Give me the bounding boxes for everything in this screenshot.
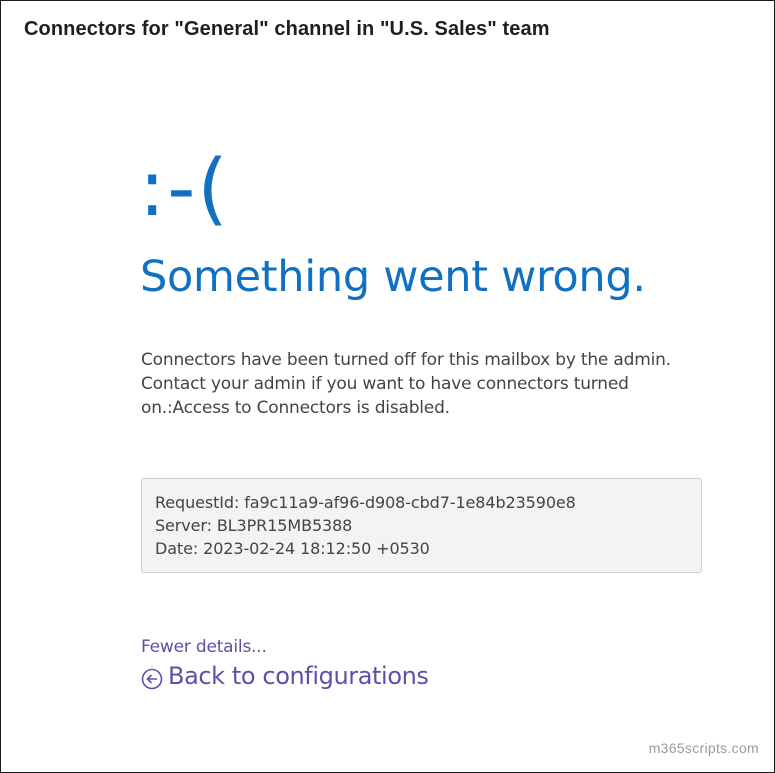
watermark: m365scripts.com <box>648 740 759 756</box>
server-name: Server: BL3PR15MB5388 <box>155 516 353 535</box>
error-details-panel: RequestId: fa9c11a9-af96-d908-cbd7-1e84b… <box>141 478 702 573</box>
back-to-configurations-link[interactable]: Back to configurations <box>141 661 429 691</box>
error-date: Date: 2023-02-24 18:12:50 +0530 <box>155 539 430 558</box>
connectors-dialog: Connectors for "General" channel in "U.S… <box>0 0 775 773</box>
error-headline: Something went wrong. <box>140 252 646 302</box>
back-arrow-circle-icon <box>141 667 163 689</box>
error-message: Connectors have been turned off for this… <box>141 350 671 418</box>
fewer-details-link[interactable]: Fewer details... <box>141 636 267 658</box>
back-link-label: Back to configurations <box>168 662 429 690</box>
sad-face-emoticon: :-( <box>139 144 230 234</box>
dialog-title: Connectors for "General" channel in "U.S… <box>24 18 550 40</box>
request-id: RequestId: fa9c11a9-af96-d908-cbd7-1e84b… <box>155 493 576 512</box>
